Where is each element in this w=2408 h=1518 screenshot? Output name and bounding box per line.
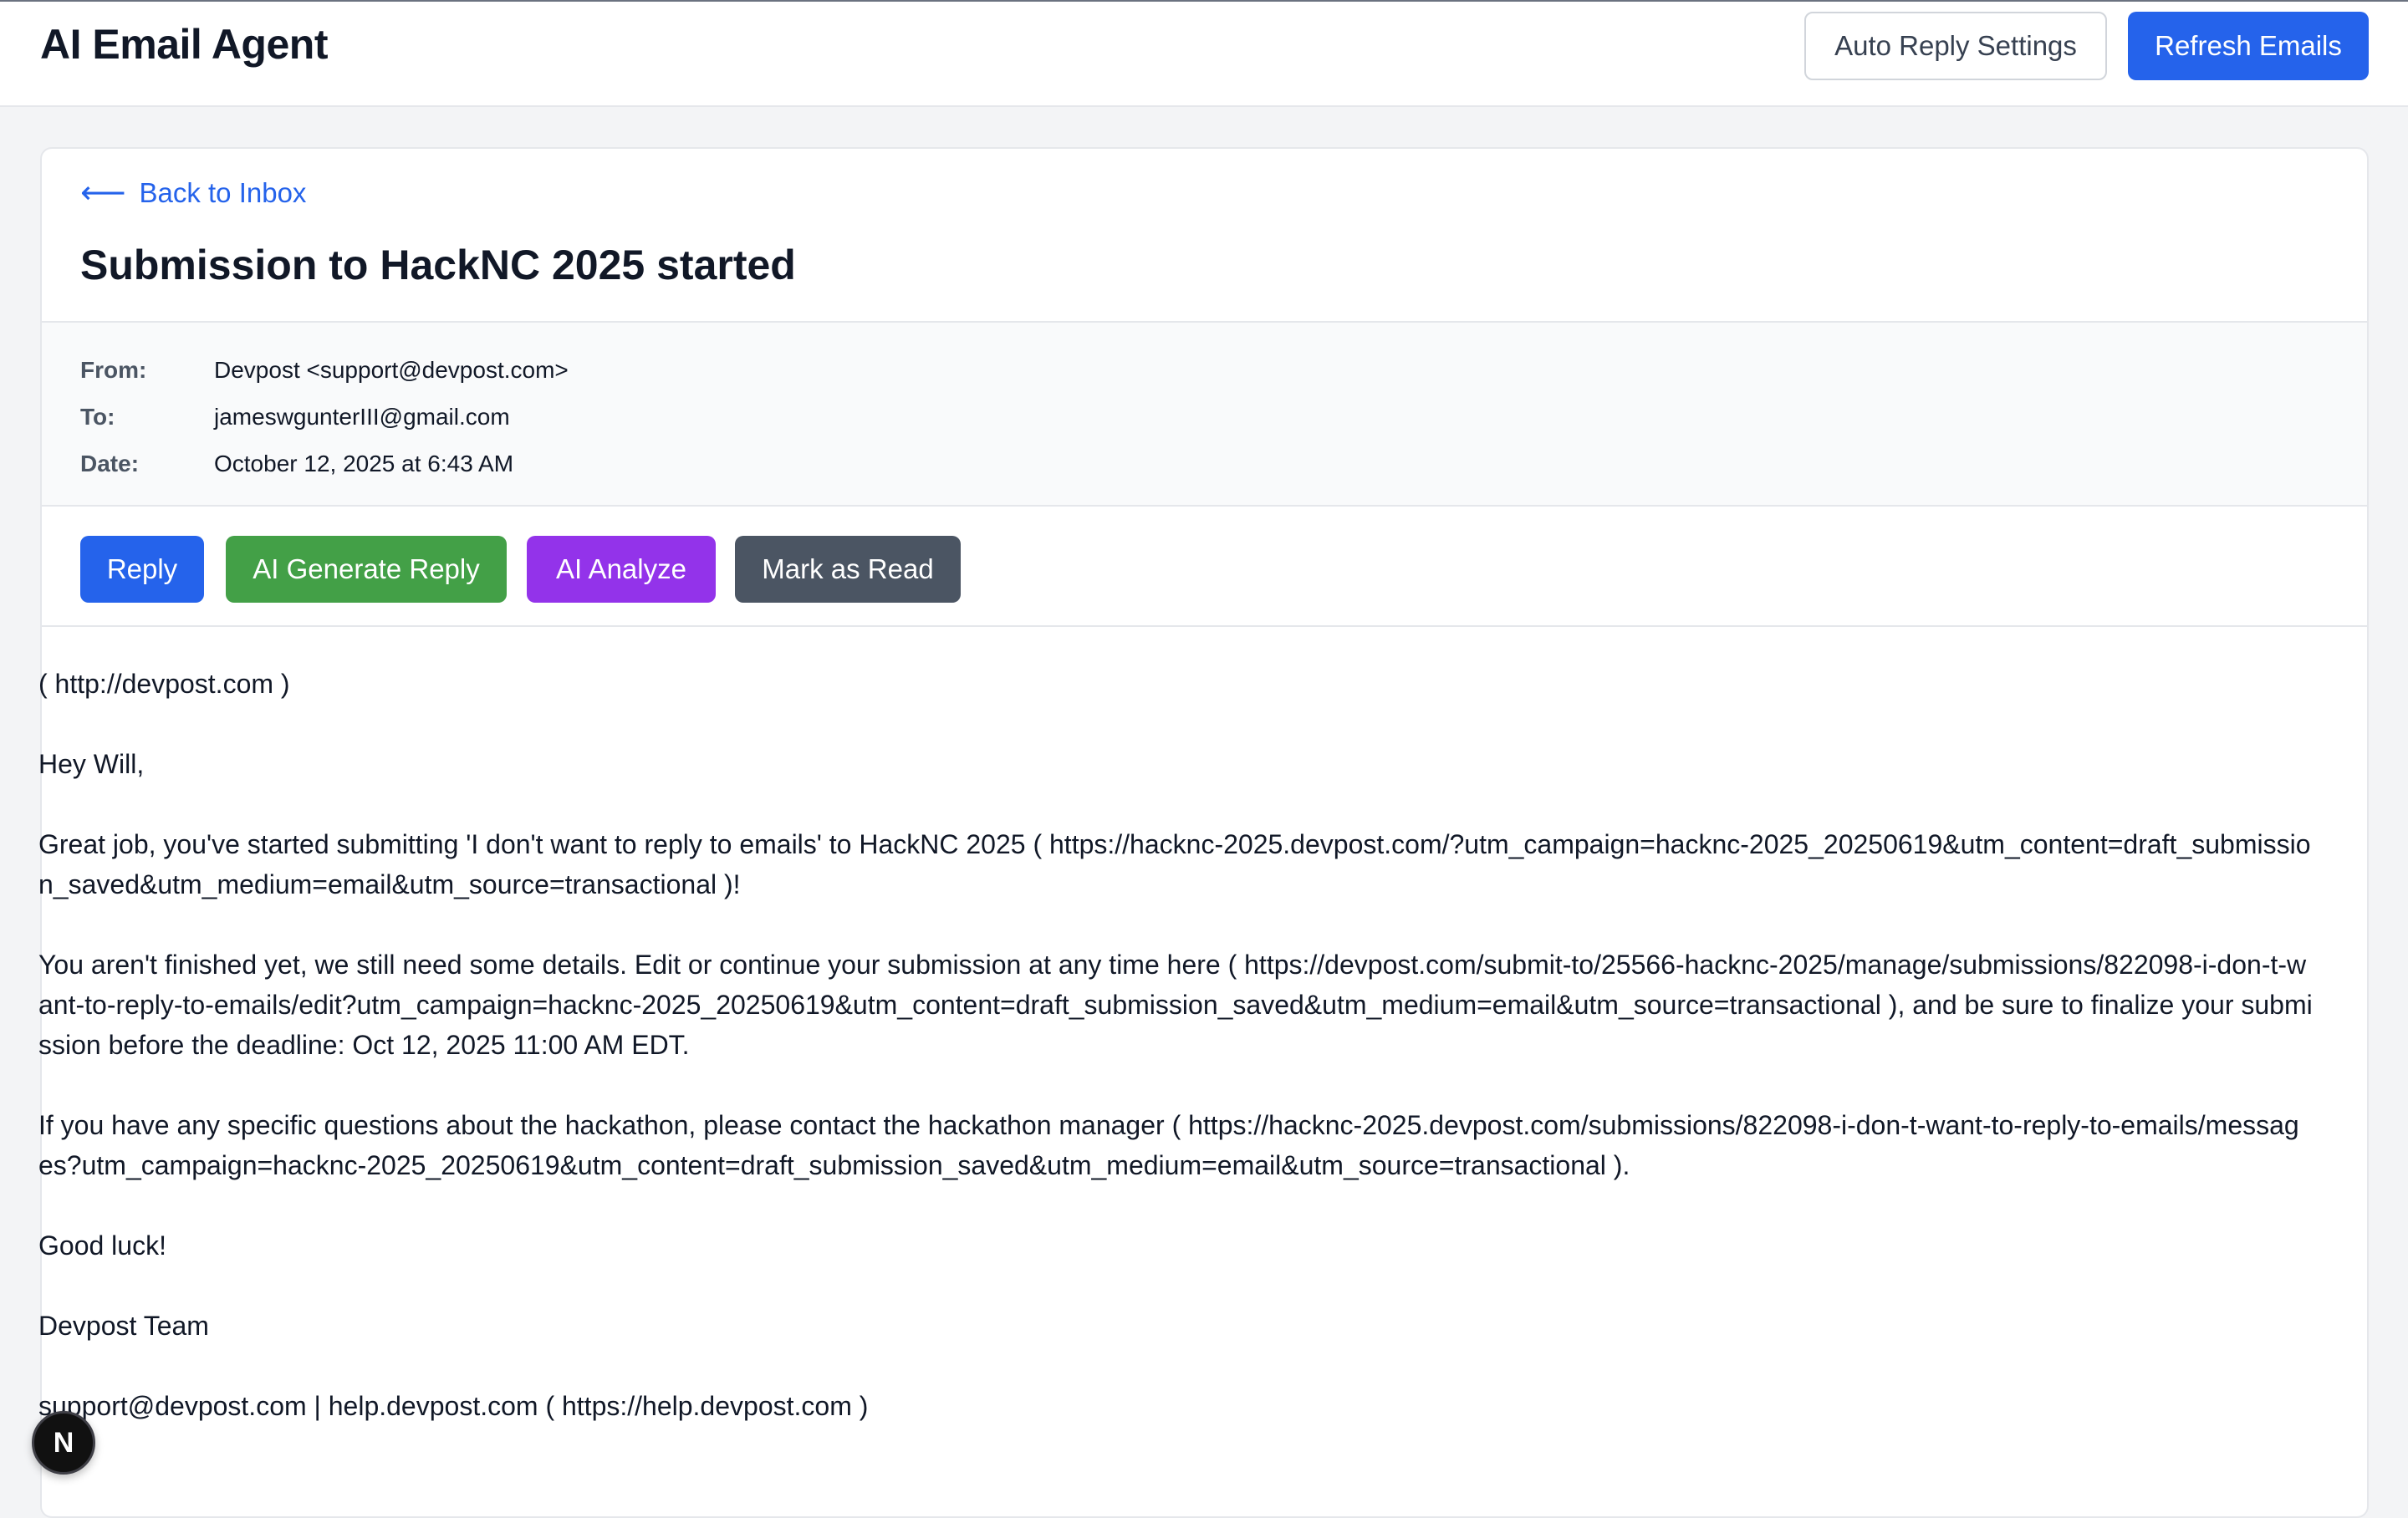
ai-generate-reply-button[interactable]: AI Generate Reply bbox=[226, 536, 507, 603]
app-title: AI Email Agent bbox=[40, 21, 328, 68]
meta-from-row: From: Devpost <support@devpost.com> bbox=[80, 354, 569, 387]
body-paragraph: Hey Will, bbox=[38, 749, 145, 779]
from-value: Devpost <support@devpost.com> bbox=[214, 357, 569, 383]
body-paragraph: If you have any specific questions about… bbox=[38, 1110, 2299, 1180]
n-logo-icon[interactable]: N bbox=[32, 1411, 95, 1475]
date-value: October 12, 2025 at 6:43 AM bbox=[214, 451, 514, 476]
meta-to-row: To: jameswgunterIII@gmail.com bbox=[80, 400, 510, 434]
mark-as-read-button[interactable]: Mark as Read bbox=[735, 536, 961, 603]
to-value: jameswgunterIII@gmail.com bbox=[214, 404, 510, 430]
date-label: Date: bbox=[80, 451, 140, 476]
body-paragraph: Good luck! bbox=[38, 1230, 166, 1261]
email-body: ( http://devpost.com ) Hey Will, Great j… bbox=[38, 664, 2313, 1466]
meta-date-row: Date: October 12, 2025 at 6:43 AM bbox=[80, 447, 513, 481]
body-paragraph: Great job, you've started submitting 'I … bbox=[38, 829, 2311, 899]
body-paragraph: support@devpost.com | help.devpost.com (… bbox=[38, 1391, 869, 1421]
top-bar: AI Email Agent Auto Reply Settings Refre… bbox=[0, 0, 2408, 107]
email-subject: Submission to HackNC 2025 started bbox=[80, 242, 796, 288]
email-header: ⟵ Back to Inbox Submission to HackNC 202… bbox=[42, 149, 2367, 323]
body-paragraph: ( http://devpost.com ) bbox=[38, 669, 290, 699]
to-label: To: bbox=[80, 404, 115, 430]
back-to-inbox-link[interactable]: ⟵ Back to Inbox bbox=[80, 177, 306, 209]
email-actions: Reply AI Generate Reply AI Analyze Mark … bbox=[42, 507, 2367, 627]
email-meta: From: Devpost <support@devpost.com> To: … bbox=[42, 323, 2367, 507]
back-arrow-icon: ⟵ bbox=[80, 176, 126, 211]
auto-reply-settings-button[interactable]: Auto Reply Settings bbox=[1804, 12, 2107, 80]
body-paragraph: Devpost Team bbox=[38, 1311, 209, 1341]
refresh-emails-button[interactable]: Refresh Emails bbox=[2128, 12, 2369, 80]
back-to-inbox-label: Back to Inbox bbox=[139, 177, 307, 208]
from-label: From: bbox=[80, 357, 147, 383]
reply-button[interactable]: Reply bbox=[80, 536, 204, 603]
ai-analyze-button[interactable]: AI Analyze bbox=[527, 536, 716, 603]
body-paragraph: You aren't finished yet, we still need s… bbox=[38, 950, 2313, 1060]
